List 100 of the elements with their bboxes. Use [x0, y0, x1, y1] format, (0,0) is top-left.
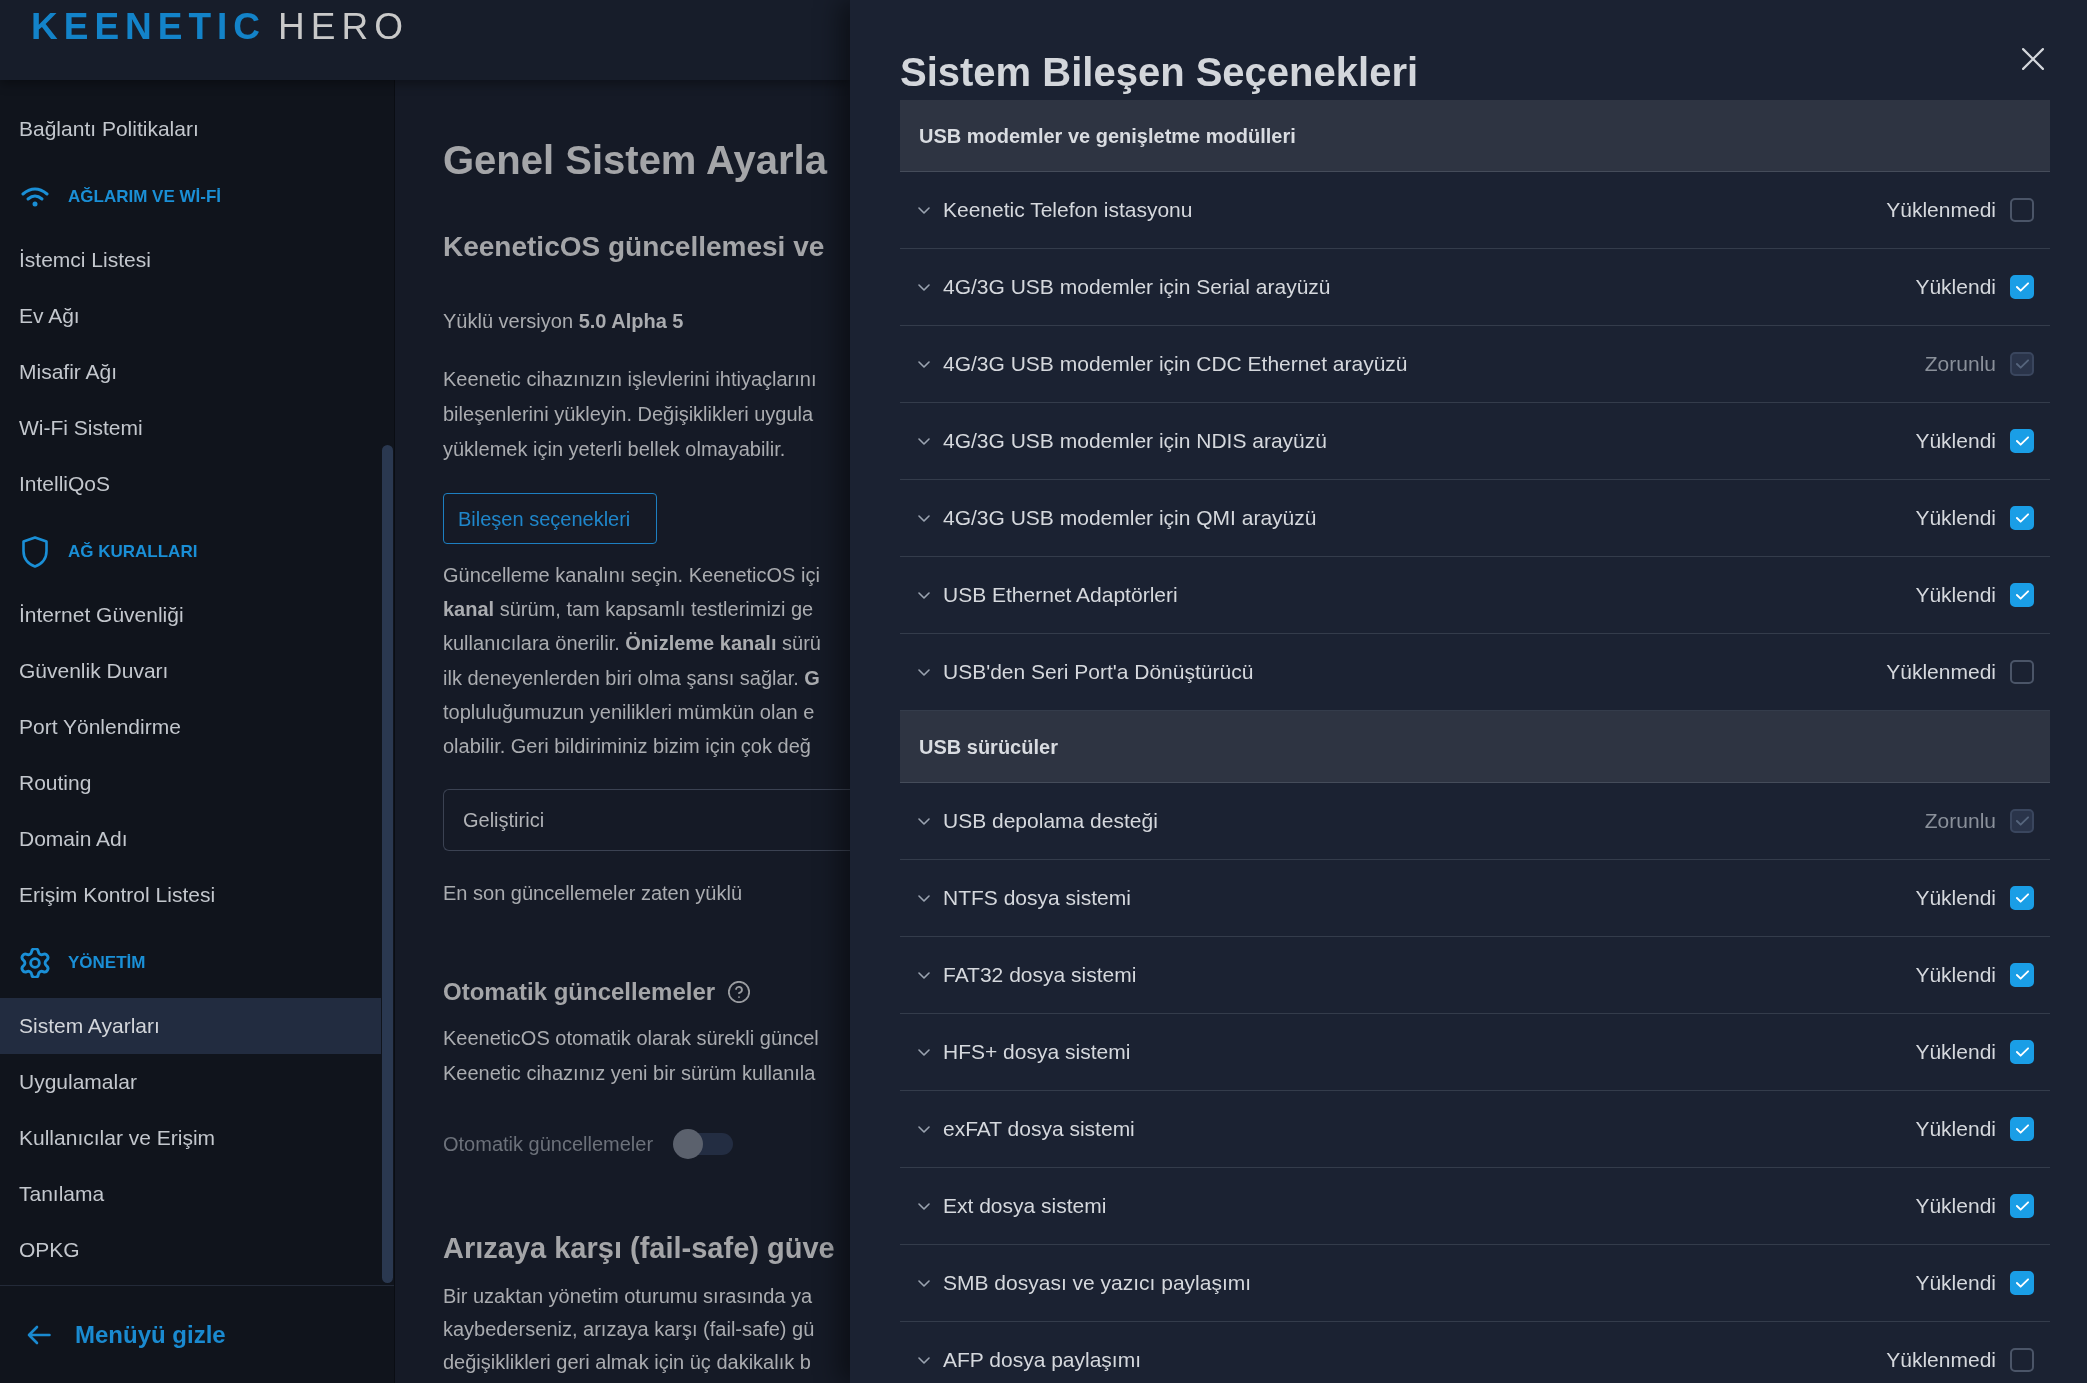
- sidebar-item[interactable]: Uygulamalar: [0, 1054, 381, 1110]
- section-header: USB modemler ve genişletme modülleri: [900, 100, 2050, 172]
- chevron-down-icon[interactable]: [918, 360, 930, 368]
- sidebar-item[interactable]: Port Yönlendirme: [0, 699, 381, 755]
- sidebar-item[interactable]: Routing: [0, 755, 381, 811]
- update-status: En son güncellemeler zaten yüklü: [443, 881, 744, 907]
- status-label: Yüklendi: [1915, 1039, 1996, 1066]
- check-icon: [2015, 590, 2029, 600]
- hide-menu-button[interactable]: Menüyü gizle: [27, 1316, 226, 1353]
- checkbox[interactable]: [2010, 660, 2034, 684]
- close-button[interactable]: [2022, 48, 2044, 70]
- status-label: Yüklendi: [1915, 274, 1996, 301]
- wifi-icon: [21, 187, 49, 207]
- status-label: Zorunlu: [1924, 351, 1996, 378]
- component-name: 4G/3G USB modemler için QMI arayüzü: [943, 505, 1317, 532]
- status-label: Yüklendi: [1915, 962, 1996, 989]
- sidebar-item[interactable]: Sistem Ayarları: [0, 998, 381, 1054]
- chevron-down-icon[interactable]: [918, 1125, 930, 1133]
- chevron-down-icon[interactable]: [918, 283, 930, 291]
- description-text: Keenetic cihazınızın işlevlerini ihtiyaçlarını bileşenlerini yükleyin. Değişiklikleri uygula yüklemek için yeterli bellek olmayabilir.: [443, 367, 818, 462]
- chevron-down-icon[interactable]: [918, 1202, 930, 1210]
- check-icon: [2015, 816, 2029, 826]
- help-icon[interactable]: [728, 981, 751, 1004]
- brand-logo: KEENETIC HERO: [31, 8, 409, 45]
- chevron-down-icon[interactable]: [918, 1356, 930, 1364]
- sidebar-item[interactable]: İnternet Güvenliği: [0, 587, 381, 643]
- chevron-down-icon[interactable]: [918, 514, 930, 522]
- checkbox[interactable]: [2010, 1271, 2034, 1295]
- component-name: USB Ethernet Adaptörleri: [943, 582, 1178, 609]
- checkbox[interactable]: [2010, 198, 2034, 222]
- chevron-down-icon[interactable]: [918, 1048, 930, 1056]
- section-heading: Otomatik güncellemeler: [443, 977, 716, 1008]
- component-name: 4G/3G USB modemler için NDIS arayüzü: [943, 428, 1327, 455]
- sidebar-item[interactable]: İstemci Listesi: [0, 232, 381, 288]
- check-icon: [2015, 513, 2029, 523]
- component-name: HFS+ dosya sistemi: [943, 1039, 1131, 1066]
- section-heading: YÖNETİM: [68, 952, 146, 975]
- chevron-down-icon[interactable]: [918, 206, 930, 214]
- checkbox[interactable]: [2010, 886, 2034, 910]
- close-icon: [2022, 48, 2044, 70]
- section-heading: KeeneticOS güncellemesi ve: [443, 230, 826, 264]
- gear-icon: [20, 948, 50, 978]
- checkbox[interactable]: [2010, 429, 2034, 453]
- chevron-down-icon[interactable]: [918, 817, 930, 825]
- component-name: NTFS dosya sistemi: [943, 885, 1131, 912]
- component-name: Keenetic Telefon istasyonu: [943, 197, 1193, 224]
- check-icon: [2015, 1047, 2029, 1057]
- sidebar-item[interactable]: Tanılama: [0, 1166, 381, 1222]
- shield-icon: [22, 536, 48, 568]
- check-icon: [2015, 282, 2029, 292]
- toggle-label: Otomatik güncellemeler: [443, 1132, 654, 1158]
- checkbox[interactable]: [2010, 1194, 2034, 1218]
- components-button[interactable]: Bileşen seçenekleri: [443, 493, 657, 544]
- chevron-down-icon[interactable]: [918, 591, 930, 599]
- chevron-down-icon[interactable]: [918, 437, 930, 445]
- sidebar-item[interactable]: OPKG: [0, 1222, 381, 1278]
- sidebar-item[interactable]: Güvenlik Duvarı: [0, 643, 381, 699]
- sidebar-item[interactable]: Erişim Kontrol Listesi: [0, 867, 381, 923]
- section-header: USB sürücüler: [900, 711, 2050, 783]
- description-text: KeeneticOS otomatik olarak sürekli güncel Keenetic cihazınız yeni bir sürüm kullanıla: [443, 1026, 820, 1087]
- arrow-left-icon: [27, 1324, 51, 1345]
- status-label: Yüklendi: [1915, 505, 1996, 532]
- checkbox[interactable]: [2010, 275, 2034, 299]
- check-icon: [2015, 436, 2029, 446]
- sidebar-item[interactable]: Bağlantı Politikaları: [0, 101, 381, 157]
- sidebar-item[interactable]: IntelliQoS: [0, 456, 381, 512]
- sidebar-item[interactable]: Ev Ağı: [0, 288, 381, 344]
- component-name: 4G/3G USB modemler için Serial arayüzü: [943, 274, 1331, 301]
- select-field[interactable]: Geliştirici: [443, 789, 850, 852]
- checkbox[interactable]: [2010, 506, 2034, 530]
- panel-title: Sistem Bileşen Seçenekleri: [900, 49, 1419, 96]
- chevron-down-icon[interactable]: [918, 1279, 930, 1287]
- section-heading: Arızaya karşı (fail-safe) güve: [443, 1231, 836, 1267]
- check-icon: [2015, 893, 2029, 903]
- status-label: Yüklendi: [1915, 582, 1996, 609]
- checkbox[interactable]: [2010, 1348, 2034, 1372]
- section-heading: AĞ KURALLARI: [68, 541, 198, 564]
- sidebar-item[interactable]: Domain Adı: [0, 811, 381, 867]
- checkbox[interactable]: [2010, 1040, 2034, 1064]
- component-name: exFAT dosya sistemi: [943, 1116, 1135, 1143]
- installed-version: Yüklü versiyon 5.0 Alpha 5: [443, 309, 685, 334]
- chevron-down-icon[interactable]: [918, 668, 930, 676]
- checkbox[interactable]: [2010, 583, 2034, 607]
- chevron-down-icon[interactable]: [918, 971, 930, 979]
- sidebar-item[interactable]: Wi-Fi Sistemi: [0, 400, 381, 456]
- check-icon: [2015, 1278, 2029, 1288]
- sidebar-item[interactable]: Kullanıcılar ve Erişim: [0, 1110, 381, 1166]
- status-label: Yüklendi: [1915, 1116, 1996, 1143]
- component-name: FAT32 dosya sistemi: [943, 962, 1137, 989]
- scrollbar-thumb[interactable]: [382, 445, 393, 1283]
- checkbox[interactable]: [2010, 1117, 2034, 1141]
- status-label: Yüklendi: [1915, 1270, 1996, 1297]
- status-label: Yüklenmedi: [1886, 659, 1996, 686]
- sidebar-item[interactable]: Misafir Ağı: [0, 344, 381, 400]
- description-text: Bir uzaktan yönetim oturumu sırasında ya kaybederseniz, arızaya karşı (fail-safe) gü değişiklikleri geri almak için üç dakikalık b: [443, 1284, 816, 1376]
- chevron-down-icon[interactable]: [918, 894, 930, 902]
- page-title: Genel Sistem Ayarla: [443, 137, 829, 184]
- component-name: AFP dosya paylaşımı: [943, 1347, 1142, 1374]
- description-text: Güncelleme kanalını seçin. KeeneticOS içi kanal sürüm, tam kapsamlı testlerimizi ge kullanıcılara önerilir. Önizleme kanalı sürü ilk deneyenlerden biri olma şansı sağlar. G topluluğumuzun yenilikleri mümkün olan e olabilir. Geri bildiriminiz bizim için çok değ: [443, 563, 822, 759]
- checkbox[interactable]: [2010, 963, 2034, 987]
